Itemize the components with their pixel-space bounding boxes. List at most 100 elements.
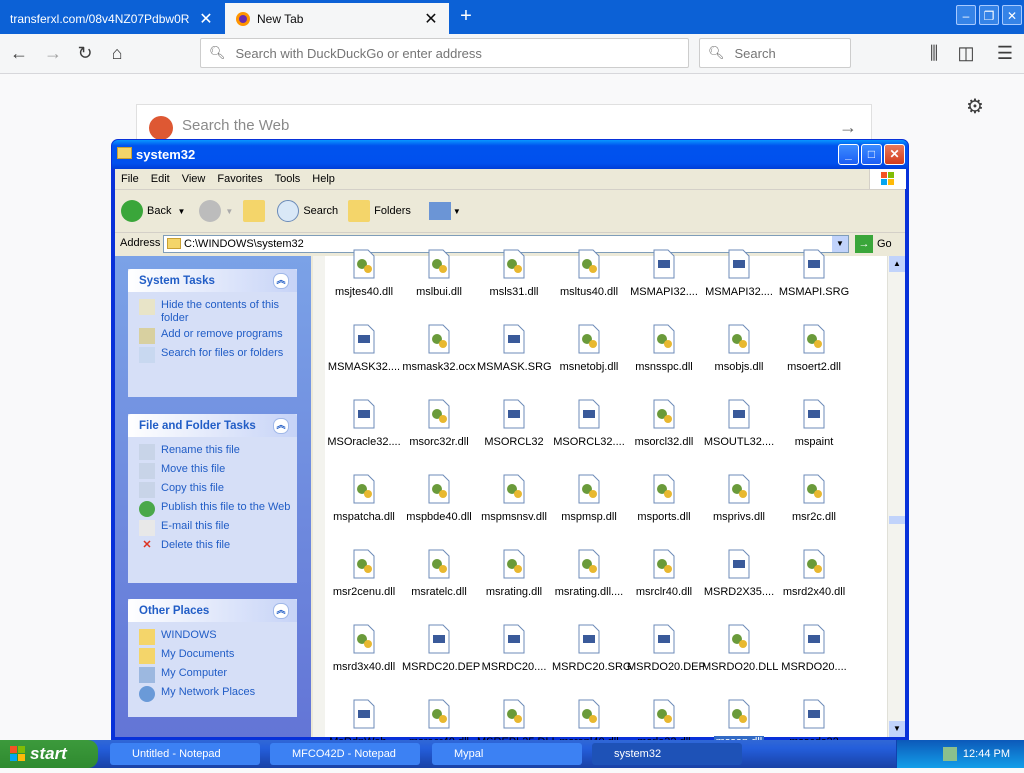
library-icon[interactable]: ⫼ bbox=[921, 40, 947, 66]
file-item[interactable]: msjtes40.dll bbox=[327, 248, 401, 323]
scroll-down-icon[interactable]: ▼ bbox=[889, 721, 905, 737]
file-item[interactable]: mspbde40.dll bbox=[402, 473, 476, 548]
arrow-right-icon[interactable]: → bbox=[839, 117, 857, 138]
file-tasks-header[interactable]: File and Folder Tasks ︽ bbox=[128, 414, 297, 437]
file-item[interactable]: msr2c.dll bbox=[777, 473, 851, 548]
window-titlebar[interactable]: system32 _ □ ✕ bbox=[112, 140, 908, 169]
file-item[interactable]: msrating.dll.... bbox=[552, 548, 626, 623]
up-folder-button[interactable] bbox=[243, 200, 269, 222]
left-scrollbar[interactable] bbox=[313, 256, 325, 737]
file-item[interactable]: MSMAPI32.... bbox=[702, 248, 776, 323]
task-add-remove[interactable]: Add or remove programs bbox=[139, 328, 291, 344]
file-item[interactable]: MSRDC20.SRG bbox=[552, 623, 631, 698]
file-item[interactable]: msprivs.dll bbox=[702, 473, 776, 548]
views-button[interactable]: ▼ bbox=[428, 202, 461, 220]
task-copy[interactable]: Copy this file bbox=[139, 482, 291, 498]
maximize-button[interactable]: □ bbox=[861, 144, 882, 165]
file-item[interactable]: MSRDC20.DEP bbox=[402, 623, 480, 698]
clock[interactable]: 12:44 PM bbox=[963, 748, 1010, 760]
reload-icon[interactable]: ↻ bbox=[72, 40, 98, 66]
file-item[interactable]: mslbui.dll bbox=[402, 248, 476, 323]
file-item[interactable]: MSMAPI.SRG bbox=[777, 248, 851, 323]
file-item[interactable]: MSMAPI32.... bbox=[627, 248, 701, 323]
file-item[interactable]: msrd2x40.dll bbox=[777, 548, 851, 623]
task-move[interactable]: Move this file bbox=[139, 463, 291, 479]
file-item[interactable]: mspmsp.dll bbox=[552, 473, 626, 548]
place-my-computer[interactable]: My Computer bbox=[139, 667, 291, 683]
file-item[interactable]: MSMASK32.... bbox=[327, 323, 401, 398]
collapse-icon[interactable]: ︽ bbox=[273, 417, 289, 434]
file-item[interactable]: msnsspc.dll bbox=[627, 323, 701, 398]
task-rename[interactable]: Rename this file bbox=[139, 444, 291, 460]
minimize-button[interactable]: _ bbox=[838, 144, 859, 165]
vertical-scrollbar[interactable]: ▲ ▼ bbox=[887, 256, 905, 737]
file-item[interactable]: MSRDO20.DEP bbox=[627, 623, 706, 698]
taskbar-notepad-untitled[interactable]: Untitled - Notepad bbox=[110, 743, 260, 765]
place-my-network[interactable]: My Network Places bbox=[139, 686, 291, 702]
taskbar-notepad-mfco42d[interactable]: MFCO42D - Notepad bbox=[270, 743, 420, 765]
file-item[interactable]: mspatcha.dll bbox=[327, 473, 401, 548]
taskbar-mypal[interactable]: Mypal bbox=[432, 743, 582, 765]
search-bar[interactable]: 🔍︎ bbox=[699, 38, 851, 68]
file-item[interactable]: msls31.dll bbox=[477, 248, 551, 323]
network-icon[interactable] bbox=[943, 747, 957, 761]
place-my-documents[interactable]: My Documents bbox=[139, 648, 291, 664]
file-item[interactable]: MSMASK.SRG bbox=[477, 323, 552, 398]
file-item[interactable]: MSORCL32 bbox=[477, 398, 551, 473]
other-places-header[interactable]: Other Places ︽ bbox=[128, 599, 297, 622]
task-search-files[interactable]: Search for files or folders bbox=[139, 347, 291, 363]
file-item[interactable]: msltus40.dll bbox=[552, 248, 626, 323]
search-button[interactable]: Search bbox=[277, 200, 338, 222]
file-item[interactable]: msobjs.dll bbox=[702, 323, 776, 398]
file-item[interactable]: MSRDO20.DLL bbox=[702, 623, 778, 698]
search-input[interactable] bbox=[732, 44, 850, 62]
menu-help[interactable]: Help bbox=[306, 173, 341, 185]
task-hide-contents[interactable]: Hide the contents of this folder bbox=[139, 299, 291, 325]
file-item[interactable]: mspaint bbox=[777, 398, 851, 473]
file-item[interactable]: MSORCL32.... bbox=[552, 398, 626, 473]
folders-button[interactable]: Folders bbox=[348, 200, 411, 222]
back-arrow-icon[interactable]: ← bbox=[6, 40, 32, 66]
file-item[interactable]: MSRDO20.... bbox=[777, 623, 851, 698]
gear-icon[interactable]: ⚙ bbox=[966, 94, 984, 119]
file-item[interactable]: msrd3x40.dll bbox=[327, 623, 401, 698]
close-button[interactable]: ✕ bbox=[884, 144, 905, 165]
go-button[interactable]: → Go bbox=[855, 235, 892, 253]
forward-arrow-icon[interactable]: → bbox=[40, 40, 66, 66]
dropdown-arrow-icon[interactable]: ▼ bbox=[225, 207, 233, 216]
file-item[interactable]: msr2cenu.dll bbox=[327, 548, 401, 623]
file-item[interactable]: msorcl32.dll bbox=[627, 398, 701, 473]
scroll-up-icon[interactable]: ▲ bbox=[889, 256, 905, 272]
sidebar-icon[interactable]: ◫ bbox=[953, 40, 979, 66]
collapse-icon[interactable]: ︽ bbox=[273, 272, 289, 289]
system-tasks-header[interactable]: System Tasks ︽ bbox=[128, 269, 297, 292]
tab-transferxl[interactable]: transferxl.com/08v4NZ07Pdbw0R ✕ bbox=[0, 3, 224, 34]
place-windows[interactable]: WINDOWS bbox=[139, 629, 291, 645]
menu-file[interactable]: File bbox=[115, 173, 145, 185]
close-icon[interactable]: ✕ bbox=[198, 9, 214, 29]
task-delete[interactable]: ✕ Delete this file bbox=[139, 539, 291, 555]
forward-button[interactable]: ▼ bbox=[199, 200, 233, 222]
file-item[interactable]: MSRDC20.... bbox=[477, 623, 551, 698]
start-button[interactable]: start bbox=[0, 740, 98, 768]
back-button[interactable]: Back ▼ bbox=[121, 200, 185, 222]
file-item[interactable]: msports.dll bbox=[627, 473, 701, 548]
file-item[interactable]: MSOracle32.... bbox=[327, 398, 401, 473]
home-icon[interactable]: ⌂ bbox=[104, 40, 130, 66]
file-item[interactable]: MSRD2X35.... bbox=[702, 548, 776, 623]
menu-view[interactable]: View bbox=[176, 173, 212, 185]
scroll-thumb[interactable] bbox=[889, 516, 905, 524]
menu-favorites[interactable]: Favorites bbox=[211, 173, 268, 185]
taskbar-system32[interactable]: system32 bbox=[592, 743, 742, 765]
file-item[interactable]: msorc32r.dll bbox=[402, 398, 476, 473]
restore-button[interactable]: ❐ bbox=[979, 5, 999, 25]
url-input[interactable] bbox=[233, 44, 645, 62]
collapse-icon[interactable]: ︽ bbox=[273, 602, 289, 619]
minimize-button[interactable]: – bbox=[956, 5, 976, 25]
close-button[interactable]: ✕ bbox=[1002, 5, 1022, 25]
new-tab-button[interactable]: + bbox=[456, 6, 476, 26]
close-icon[interactable]: ✕ bbox=[423, 9, 439, 29]
tab-new-tab[interactable]: New Tab ✕ bbox=[225, 3, 449, 34]
file-item[interactable]: msrclr40.dll bbox=[627, 548, 701, 623]
menu-icon[interactable]: ☰ bbox=[992, 40, 1018, 66]
